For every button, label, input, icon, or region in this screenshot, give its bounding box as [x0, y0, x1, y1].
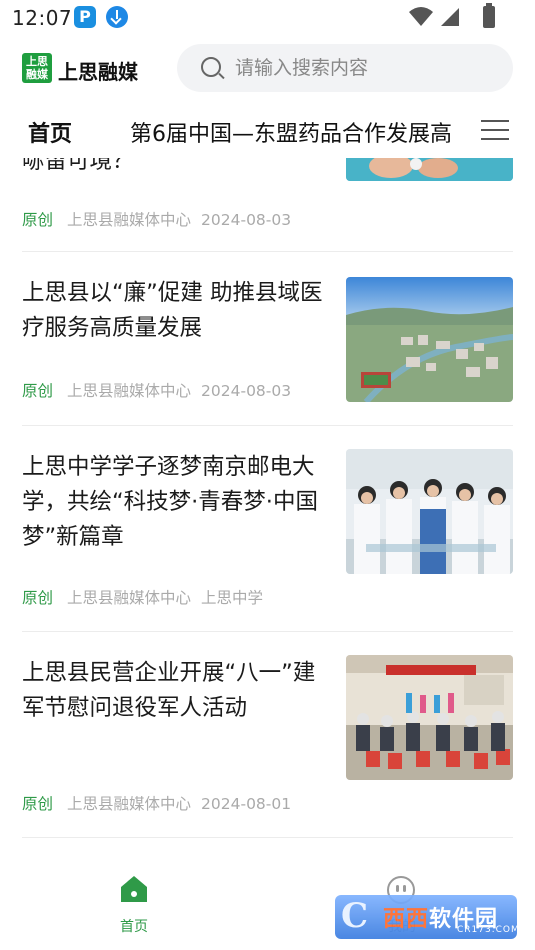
- search-bar[interactable]: [177, 44, 513, 92]
- article-meta: 原创 上思县融媒体中心 2024-08-03: [22, 208, 291, 230]
- nav-home-tab[interactable]: 首页: [104, 872, 164, 942]
- article-source: 上思县融媒体中心: [67, 382, 192, 400]
- original-tag: 原创: [22, 589, 54, 607]
- article-thumbnail: [346, 449, 513, 574]
- tab-featured-news[interactable]: 第6届中国—东盟药品合作发展高: [130, 116, 452, 148]
- tab-home[interactable]: 首页: [28, 116, 72, 148]
- article-thumbnail: [346, 158, 513, 181]
- search-input[interactable]: [235, 53, 495, 83]
- original-tag: 原创: [22, 211, 54, 229]
- article-date: 2024-08-03: [201, 382, 292, 400]
- article-date: 2024-08-03: [201, 211, 292, 229]
- channel-tabs: 首页 第6届中国—东盟药品合作发展高: [0, 106, 535, 158]
- article-date: 2024-08-01: [201, 795, 292, 813]
- list-item[interactable]: 上思县民营企业开展“八一”建军节慰问退役军人活动 原创 上思县融媒体中心 2024-…: [22, 632, 513, 838]
- article-title: 上思中学学子逐梦南京邮电大学，共绘“科技梦·青春梦·中国梦”新篇章: [22, 454, 318, 550]
- article-meta: 原创 上思县融媒体中心 上思中学: [22, 586, 263, 608]
- article-title: 上思县民营企业开展“八一”建军节慰问退役军人活动: [22, 660, 316, 721]
- p-app-notification-icon: P: [74, 6, 96, 28]
- battery-icon: [483, 3, 495, 28]
- logo-mark-text: 上思融媒: [26, 55, 48, 81]
- search-icon: [201, 57, 221, 77]
- download-notification-icon: [106, 6, 128, 28]
- site-watermark: C 西西软件园 CR173.COM: [335, 895, 520, 939]
- list-item[interactable]: 上思中学学子逐梦南京邮电大学，共绘“科技梦·青春梦·中国梦”新篇章 原创 上思县融…: [22, 426, 513, 632]
- article-school: 上思中学: [201, 589, 264, 607]
- watermark-name-highlight: 西西: [383, 907, 430, 932]
- original-tag: 原创: [22, 795, 54, 813]
- watermark-domain: CR173.COM: [457, 925, 520, 935]
- channel-menu-icon[interactable]: [481, 118, 509, 142]
- app-name: 上思融媒: [58, 60, 138, 84]
- article-source: 上思县融媒体中心: [67, 795, 192, 813]
- article-thumbnail: [346, 655, 513, 780]
- article-meta: 原创 上思县融媒体中心 2024-08-01: [22, 792, 291, 814]
- article-thumbnail: [346, 277, 513, 402]
- news-feed[interactable]: 哧留可境？ 原创 上思县融媒体中心 2024-08-03 上思县以“廉”促建 助推县…: [0, 158, 535, 858]
- app-logo-icon: 上思融媒: [22, 53, 52, 83]
- home-icon: [121, 876, 147, 902]
- article-title: 上思县以“廉”促建 助推县域医疗服务高质量发展: [22, 280, 323, 341]
- article-source: 上思县融媒体中心: [67, 211, 192, 229]
- article-meta: 原创 上思县融媒体中心 2024-08-03: [22, 379, 291, 401]
- list-item[interactable]: 上思县以“廉”促建 助推县域医疗服务高质量发展 原创 上思县融媒体中心 2024-0…: [22, 252, 513, 426]
- app-header: 上思融媒 上思融媒: [0, 44, 535, 94]
- status-time: 12:07: [12, 6, 73, 30]
- status-bar: 12:07 P: [0, 0, 535, 36]
- list-item[interactable]: 哧留可境？ 原创 上思县融媒体中心 2024-08-03: [22, 158, 513, 252]
- cellular-signal-icon: [441, 8, 459, 26]
- watermark-logo-letter: C: [341, 896, 369, 936]
- wifi-icon: [409, 7, 433, 26]
- article-source: 上思县融媒体中心: [67, 589, 192, 607]
- list-item[interactable]: [22, 838, 513, 858]
- signal-icons: [409, 7, 459, 26]
- original-tag: 原创: [22, 382, 54, 400]
- article-title: 哧留可境？: [22, 158, 135, 174]
- nav-home-label: 首页: [120, 919, 148, 935]
